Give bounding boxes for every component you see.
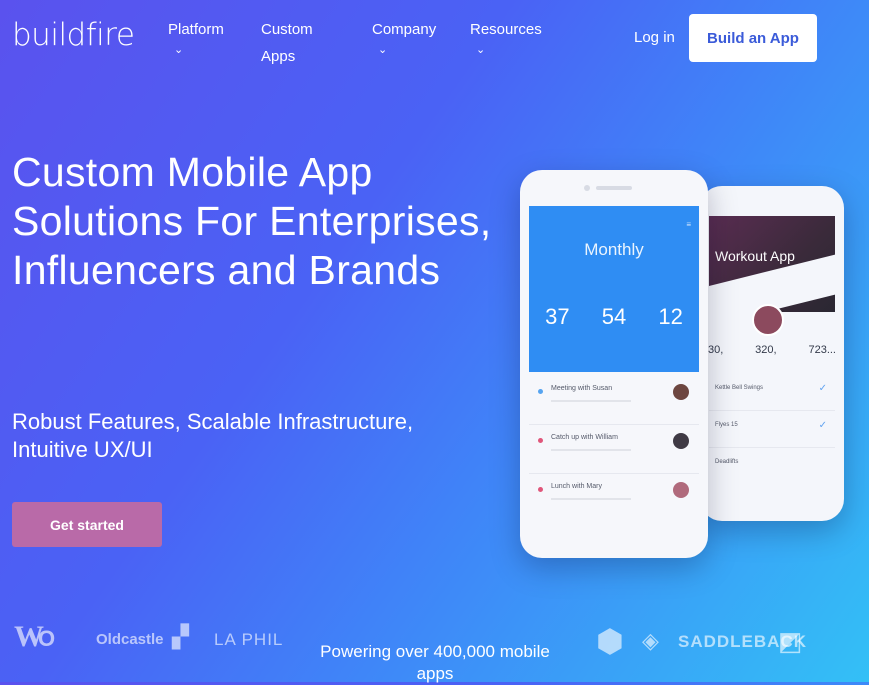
list-item: Flyes 15 ✓ [709,411,835,448]
meeting-list: Meeting with Susan Catch up with William… [529,376,699,522]
bullet-icon [538,487,543,492]
wo-logo-mark: O [38,626,56,651]
laphil-logo-mark: ▞ [172,624,189,649]
client-logos-left: W O Oldcastle ▞ LA PHIL [14,618,304,668]
meeting-title: Catch up with William [551,434,618,441]
nav-company-label: Company [372,21,437,38]
mark-logo: ◈ [642,628,659,653]
ohio-state-logo: ⬢ [596,623,624,659]
nav-company[interactable]: Company ⌄ [372,16,436,57]
avatar [752,304,784,336]
get-started-button[interactable]: Get started [12,502,162,547]
menu-icon: ≡ [686,220,691,229]
chevron-down-icon: ⌄ [174,44,184,56]
list-item: Catch up with William [529,425,699,474]
workout-stats: 30, 320, 723... [708,344,836,356]
nav-custom-apps[interactable]: Custom Apps [261,16,341,70]
list-item: Deadlifts [715,459,739,465]
powering-text: Powering over 400,000 mobile apps [320,642,550,683]
monthly-stats: 37 54 12 [529,304,699,330]
workout-list: Kettle Bell Swings ✓ Flyes 15 ✓ Deadlifts [709,374,835,484]
speaker-grille [596,186,632,190]
bullet-icon [538,438,543,443]
workout-stat: 320, [755,344,777,356]
la-phil-logo: LA PHIL [214,630,284,649]
workout-stat: 30, [708,344,724,356]
nav-custom-apps-label: Custom Apps [261,21,313,65]
chevron-down-icon: ⌄ [378,44,388,56]
nav-resources[interactable]: Resources ⌄ [470,16,542,57]
nav-platform-label: Platform [168,21,224,38]
oldcastle-logo: Oldcastle [96,631,164,648]
buildfire-logo[interactable]: buildfire [12,17,135,53]
hero-subtitle: Robust Features, Scalable Infrastructure… [12,409,414,462]
avatar [673,384,689,400]
monthly-title: Monthly [584,240,644,259]
camera-icon [584,185,590,191]
build-an-app-button[interactable]: Build an App [689,14,817,62]
meeting-title: Meeting with Susan [551,385,613,392]
avatar [673,433,689,449]
login-link[interactable]: Log in [634,29,675,46]
hero-title: Custom Mobile App Solutions For Enterpri… [12,149,492,293]
workout-stat: 723... [808,344,836,356]
bullet-icon [538,389,543,394]
partner-logo: ◩ [778,626,803,656]
client-logos-right: ⬢ ◈ SADDLEBACK ◩ [594,620,864,670]
stat-value: 54 [601,304,627,329]
list-item: Lunch with Mary [529,474,699,522]
check-icon: ✓ [818,383,827,394]
calendar-phone-mockup: ≡ Monthly 37 54 12 Meeting with Susan Ca… [520,170,708,558]
monthly-summary-panel: ≡ Monthly 37 54 12 [529,206,699,372]
top-nav: buildfire Platform ⌄ Custom Apps Company… [0,0,869,80]
list-item: Meeting with Susan [529,376,699,425]
list-item: Kettle Bell Swings ✓ [709,374,835,411]
avatar [673,482,689,498]
meeting-title: Lunch with Mary [551,483,602,490]
chevron-down-icon: ⌄ [476,44,486,56]
workout-app-title: Workout App [715,248,795,264]
nav-platform[interactable]: Platform ⌄ [168,16,224,57]
nav-resources-label: Resources [470,21,542,38]
check-icon: ✓ [818,420,827,431]
stat-value: 37 [545,304,570,329]
workout-phone-mockup: Workout App 30, 320, 723... Kettle Bell … [700,186,844,521]
stat-value: 12 [658,304,683,329]
